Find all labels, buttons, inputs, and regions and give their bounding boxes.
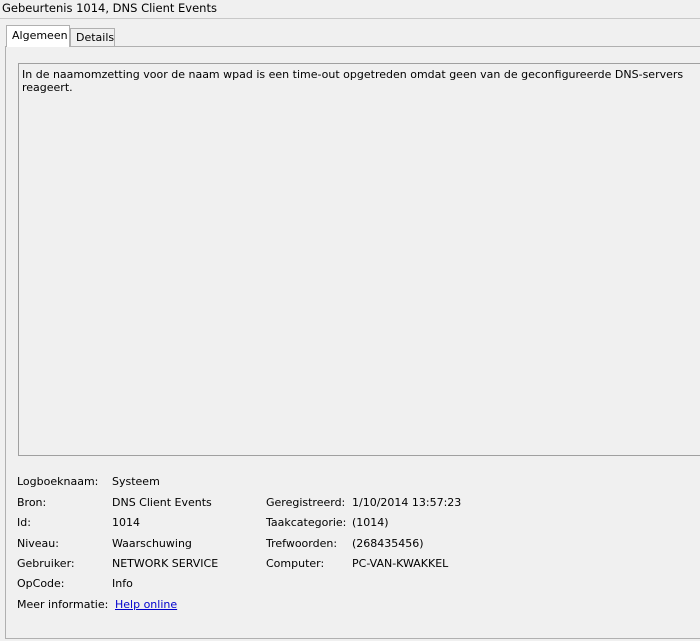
bron-value: DNS Client Events xyxy=(112,496,212,509)
computer-value: PC-VAN-KWAKKEL xyxy=(352,557,449,570)
title-separator xyxy=(0,18,700,19)
niveau-value: Waarschuwing xyxy=(112,537,192,550)
gebruiker-value: NETWORK SERVICE xyxy=(112,557,219,570)
window-title: Gebeurtenis 1014, DNS Client Events xyxy=(2,1,217,15)
taakcategorie-label: Taakcategorie: xyxy=(266,516,347,529)
bron-label: Bron: xyxy=(17,496,47,509)
id-label: Id: xyxy=(17,516,31,529)
taakcategorie-value: (1014) xyxy=(352,516,389,529)
opcode-label: OpCode: xyxy=(17,577,65,590)
gebruiker-label: Gebruiker: xyxy=(17,557,75,570)
meer-informatie-label: Meer informatie: xyxy=(17,598,109,611)
niveau-label: Niveau: xyxy=(17,537,59,550)
tab-details[interactable]: Details xyxy=(70,28,115,46)
logboeknaam-label: Logboeknaam: xyxy=(17,475,99,488)
geregistreerd-label: Geregistreerd: xyxy=(266,496,346,509)
help-online-link[interactable]: Help online xyxy=(115,598,177,611)
computer-label: Computer: xyxy=(266,557,325,570)
opcode-value: Info xyxy=(112,577,133,590)
trefwoorden-value: (268435456) xyxy=(352,537,424,550)
event-description[interactable]: In de naamomzetting voor de naam wpad is… xyxy=(18,63,700,456)
id-value: 1014 xyxy=(112,516,140,529)
geregistreerd-value: 1/10/2014 13:57:23 xyxy=(352,496,462,509)
trefwoorden-label: Trefwoorden: xyxy=(266,537,338,550)
logboeknaam-value: Systeem xyxy=(112,475,160,488)
tab-algemeen[interactable]: Algemeen xyxy=(6,25,70,47)
